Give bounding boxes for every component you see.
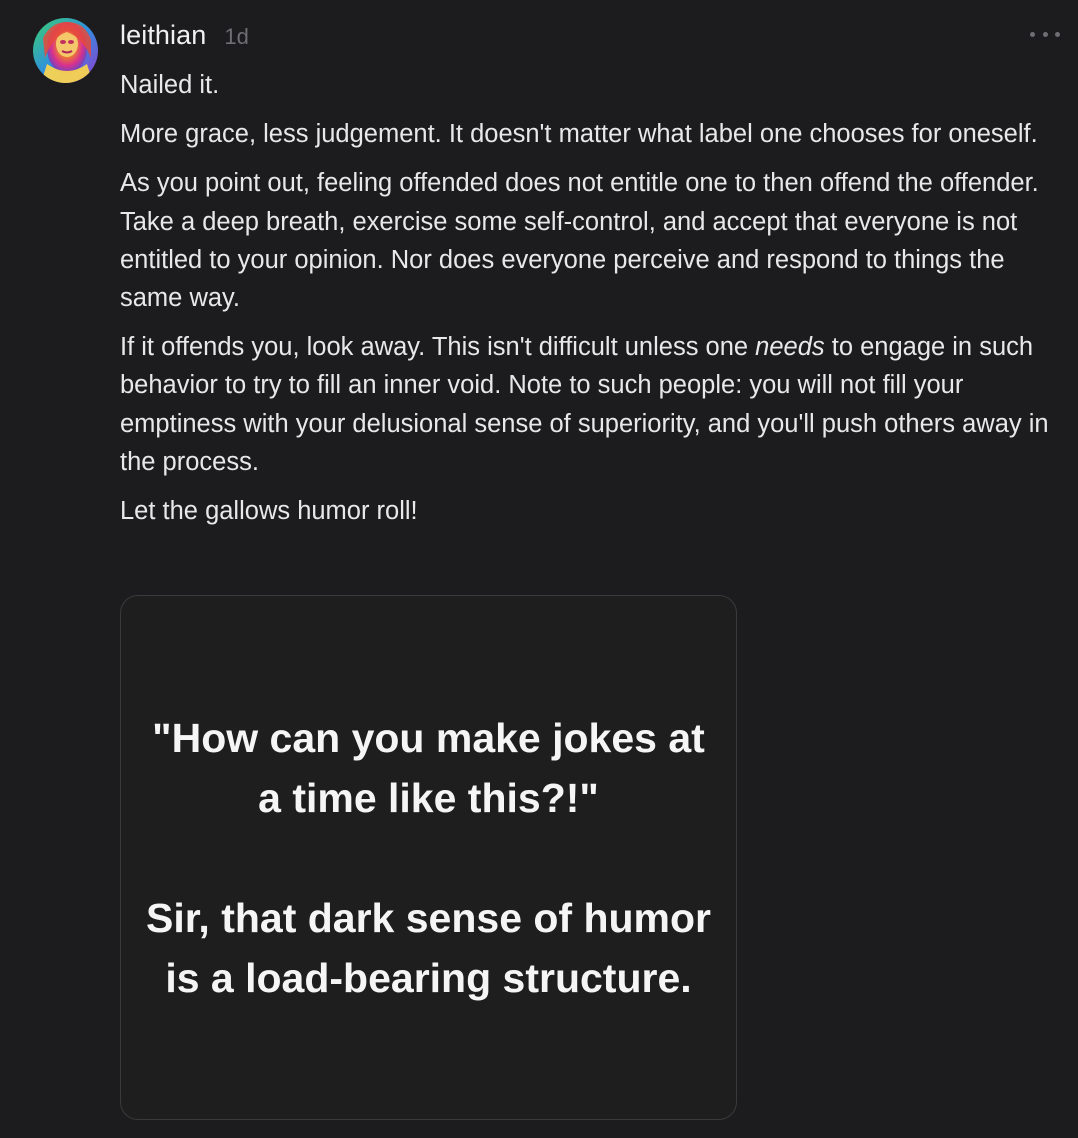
more-dot	[1042, 31, 1048, 37]
username[interactable]: leithian	[120, 20, 206, 51]
avatar-image	[33, 18, 98, 83]
image-text-line: a time like this?!"	[258, 774, 599, 821]
comment-paragraph: More grace, less judgement. It doesn't m…	[120, 120, 1038, 149]
timestamp[interactable]: 1d	[224, 24, 248, 50]
emphasized-text: needs	[755, 333, 825, 362]
image-text-line: Sir, that dark sense of humor	[145, 894, 712, 941]
comment-paragraph: If it offends you, look away. This isn't…	[120, 328, 1065, 481]
comment-paragraph: Nailed it.	[120, 71, 220, 99]
paragraph-text: If it offends you, look away. This isn't…	[120, 333, 756, 362]
more-dot	[1030, 31, 1035, 37]
image-text-line: "How can you make jokes at	[152, 714, 705, 761]
attached-image[interactable]: "How can you make jokes at a time like t…	[120, 595, 737, 1120]
comment-header: leithian 1d	[120, 20, 249, 51]
image-text-line: is a load-bearing structure.	[165, 954, 692, 1001]
avatar[interactable]	[33, 18, 98, 83]
comment-paragraph: Let the gallows humor roll!	[120, 497, 418, 526]
comment: leithian 1d Nailed it. More grace, less …	[0, 0, 1078, 1138]
image-quote: "How can you make jokes at a time like t…	[152, 708, 705, 828]
more-horizontal-icon[interactable]	[1030, 24, 1060, 44]
image-reply: Sir, that dark sense of humor is a load-…	[146, 888, 711, 1008]
more-dot	[1055, 31, 1060, 37]
comment-body: Nailed it. More grace, less judgement. I…	[120, 66, 1065, 541]
comment-paragraph: As you point out, feeling offended does …	[120, 169, 1039, 313]
